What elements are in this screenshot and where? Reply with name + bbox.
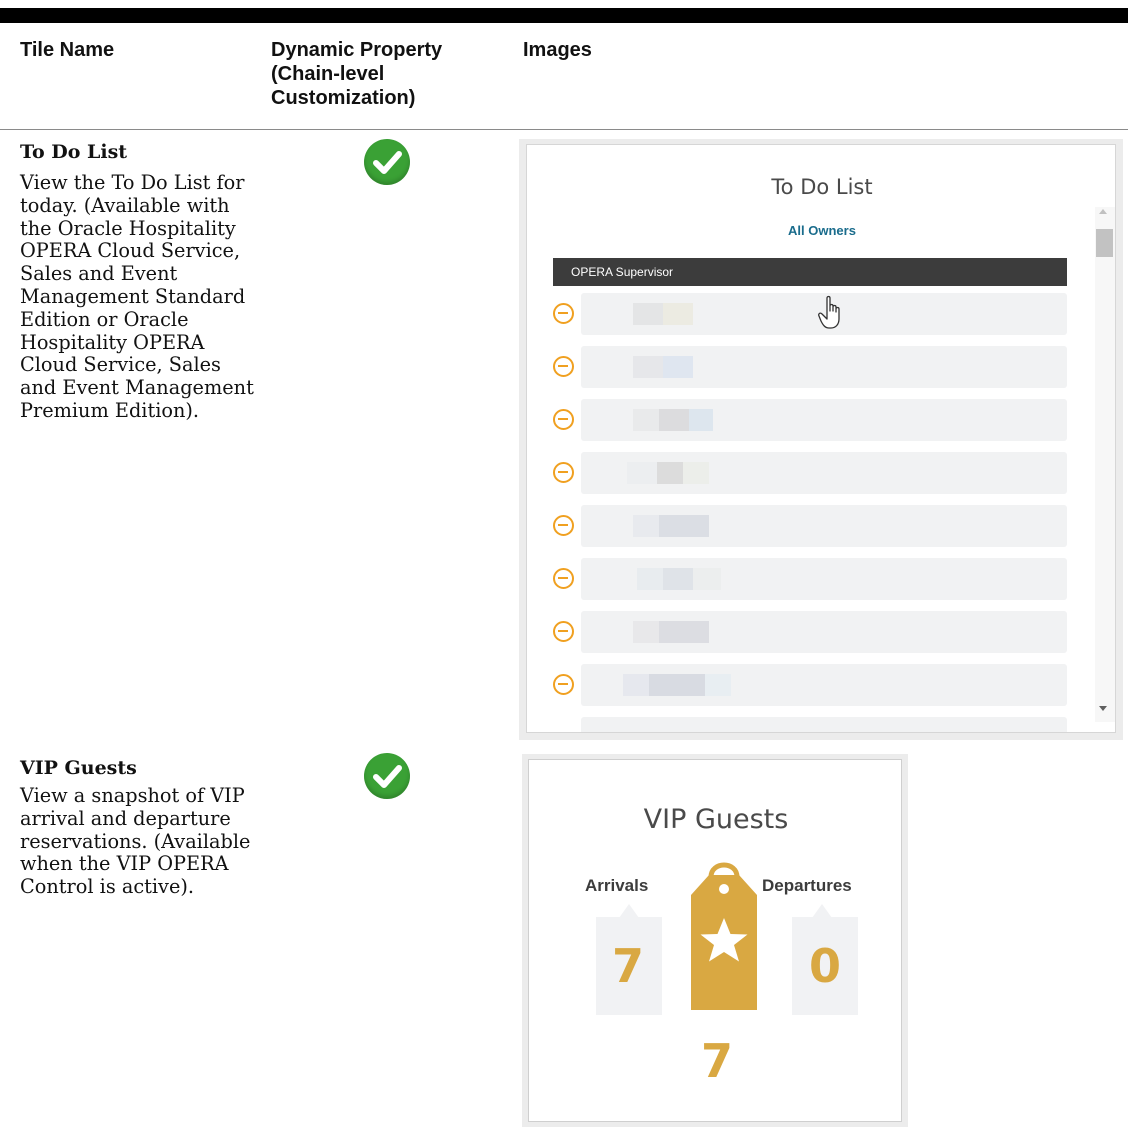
list-item-bar bbox=[581, 505, 1067, 547]
departures-card[interactable]: 0 bbox=[792, 917, 858, 1015]
vip-total-count: 7 bbox=[701, 1034, 734, 1088]
hand-cursor-icon bbox=[818, 295, 840, 329]
vip-tag-icon bbox=[691, 862, 757, 1010]
list-item-bar bbox=[581, 399, 1067, 441]
row-title-vip: VIP Guests bbox=[20, 757, 137, 779]
minus-circle-icon[interactable] bbox=[553, 409, 574, 430]
todo-tile-title: To Do List bbox=[771, 175, 873, 199]
header-rule bbox=[0, 129, 1128, 130]
list-item[interactable] bbox=[553, 293, 1067, 335]
list-item[interactable] bbox=[553, 611, 1067, 653]
arrivals-pointer bbox=[619, 904, 639, 918]
todo-list-tile: To Do List All Owners OPERA Supervisor bbox=[526, 144, 1116, 733]
header-images: Images bbox=[523, 39, 592, 61]
scrollbar-track[interactable] bbox=[1095, 207, 1115, 722]
row-description-todo: View the To Do List for today. (Availabl… bbox=[20, 171, 254, 422]
list-item-bar bbox=[581, 717, 1067, 732]
minus-circle-icon[interactable] bbox=[553, 356, 574, 377]
vip-guests-tile: VIP Guests Arrivals Departures 7 0 7 bbox=[528, 759, 902, 1122]
header-tile-name: Tile Name bbox=[20, 39, 115, 61]
list-item[interactable] bbox=[553, 346, 1067, 388]
minus-circle-icon[interactable] bbox=[553, 303, 574, 324]
scroll-up-icon[interactable] bbox=[1099, 209, 1107, 214]
scrollbar-thumb[interactable] bbox=[1096, 229, 1113, 257]
list-item-bar bbox=[581, 346, 1067, 388]
list-item-bar bbox=[581, 558, 1067, 600]
departures-count: 0 bbox=[809, 939, 842, 993]
list-item[interactable] bbox=[553, 452, 1067, 494]
list-item-bar bbox=[581, 664, 1067, 706]
departures-label: Departures bbox=[762, 876, 852, 895]
group-header: OPERA Supervisor bbox=[553, 258, 1067, 286]
row-description-vip: View a snapshot of VIP arrival and depar… bbox=[20, 784, 251, 899]
arrivals-count: 7 bbox=[612, 939, 645, 993]
vip-tile-title: VIP Guests bbox=[643, 804, 789, 835]
row-title-todo: To Do List bbox=[20, 141, 128, 163]
list-item-bar bbox=[581, 452, 1067, 494]
minus-circle-icon[interactable] bbox=[553, 462, 574, 483]
list-item[interactable] bbox=[553, 664, 1067, 706]
list-item[interactable] bbox=[553, 558, 1067, 600]
scroll-down-icon[interactable] bbox=[1099, 706, 1107, 711]
minus-circle-icon[interactable] bbox=[553, 621, 574, 642]
arrivals-label: Arrivals bbox=[585, 876, 649, 895]
minus-circle-icon[interactable] bbox=[553, 674, 574, 695]
top-rule bbox=[0, 8, 1128, 23]
departures-pointer bbox=[812, 904, 832, 918]
minus-circle-icon[interactable] bbox=[553, 515, 574, 536]
check-icon bbox=[364, 753, 410, 799]
list-item[interactable] bbox=[553, 399, 1067, 441]
minus-circle-icon[interactable] bbox=[553, 568, 574, 589]
header-dynamic-property: Dynamic Property (Chain-level Customizat… bbox=[271, 39, 443, 109]
list-item[interactable] bbox=[553, 717, 1067, 732]
owner-filter-link[interactable]: All Owners bbox=[527, 223, 1115, 238]
arrivals-card[interactable]: 7 bbox=[596, 917, 662, 1015]
list-item[interactable] bbox=[553, 505, 1067, 547]
check-icon bbox=[364, 139, 410, 185]
list-item-bar bbox=[581, 611, 1067, 653]
